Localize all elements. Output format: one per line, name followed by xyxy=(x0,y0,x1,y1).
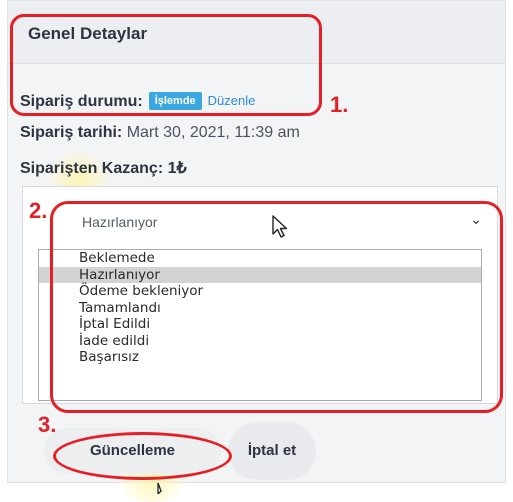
annotation-box-2 xyxy=(50,201,503,413)
annotation-number-3: 3. xyxy=(38,412,57,437)
cancel-button[interactable]: İptal et xyxy=(228,422,316,480)
annotation-box-3 xyxy=(53,432,232,480)
order-date-row: Sipariş tarihi: Mart 30, 2021, 11:39 am xyxy=(20,124,300,142)
mouse-cursor-icon xyxy=(157,482,162,494)
order-date-label: Sipariş tarihi: xyxy=(20,124,123,141)
earnings-value: 1₺ xyxy=(167,160,187,177)
earnings-label: Siparişten Kazanç: xyxy=(20,160,164,177)
annotation-number-1: 1. xyxy=(330,92,349,117)
earnings-row: Siparişten Kazanç: 1₺ xyxy=(20,158,187,178)
order-date-value: Mart 30, 2021, 11:39 am xyxy=(126,124,300,141)
annotation-number-2: 2. xyxy=(29,198,48,223)
annotation-box-1 xyxy=(10,14,322,116)
